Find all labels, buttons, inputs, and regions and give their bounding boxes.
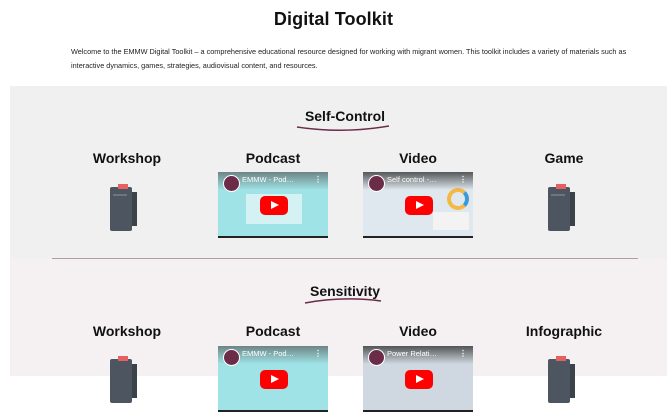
col-label-game: Game: [544, 150, 584, 166]
title-underline: [296, 125, 390, 131]
podcast-video-player[interactable]: EMMW - Pod… ⋮: [218, 172, 328, 238]
youtube-play-icon[interactable]: [405, 370, 433, 389]
binder-icon[interactable]: [106, 356, 140, 404]
intro-text: Welcome to the EMMW Digital Toolkit – a …: [71, 47, 627, 70]
binder-icon[interactable]: [544, 356, 578, 404]
col-label-podcast: Podcast: [245, 323, 301, 339]
video-title[interactable]: Power Relati…: [387, 349, 437, 358]
title-underline: [304, 298, 382, 304]
section-divider: [52, 258, 638, 259]
video-title[interactable]: Self control -…: [387, 175, 437, 184]
section-title: Self-Control: [304, 108, 386, 124]
col-label-video: Video: [399, 323, 437, 339]
podcast-video-player[interactable]: EMMW - Pod… ⋮: [218, 346, 328, 412]
video-title[interactable]: EMMW - Pod…: [242, 175, 294, 184]
more-vert-icon[interactable]: ⋮: [314, 175, 322, 184]
channel-avatar-icon[interactable]: [223, 349, 240, 366]
page-title: Digital Toolkit: [273, 9, 394, 29]
col-label-video: Video: [399, 150, 437, 166]
binder-icon[interactable]: [106, 184, 140, 232]
col-label-podcast: Podcast: [245, 150, 301, 166]
binder-icon[interactable]: [544, 184, 578, 232]
youtube-play-icon[interactable]: [405, 196, 433, 215]
video-player[interactable]: Self control -… ⋮: [363, 172, 473, 238]
more-vert-icon[interactable]: ⋮: [459, 349, 467, 358]
channel-avatar-icon[interactable]: [368, 175, 385, 192]
col-label-infographic: Infographic: [525, 323, 603, 339]
channel-avatar-icon[interactable]: [223, 175, 240, 192]
channel-avatar-icon[interactable]: [368, 349, 385, 366]
youtube-play-icon[interactable]: [260, 370, 288, 389]
col-label-workshop: Workshop: [92, 323, 162, 339]
more-vert-icon[interactable]: ⋮: [459, 175, 467, 184]
video-title[interactable]: EMMW - Pod…: [242, 349, 294, 358]
video-player[interactable]: Power Relati… ⋮: [363, 346, 473, 412]
col-label-workshop: Workshop: [92, 150, 162, 166]
more-vert-icon[interactable]: ⋮: [314, 349, 322, 358]
youtube-play-icon[interactable]: [260, 196, 288, 215]
